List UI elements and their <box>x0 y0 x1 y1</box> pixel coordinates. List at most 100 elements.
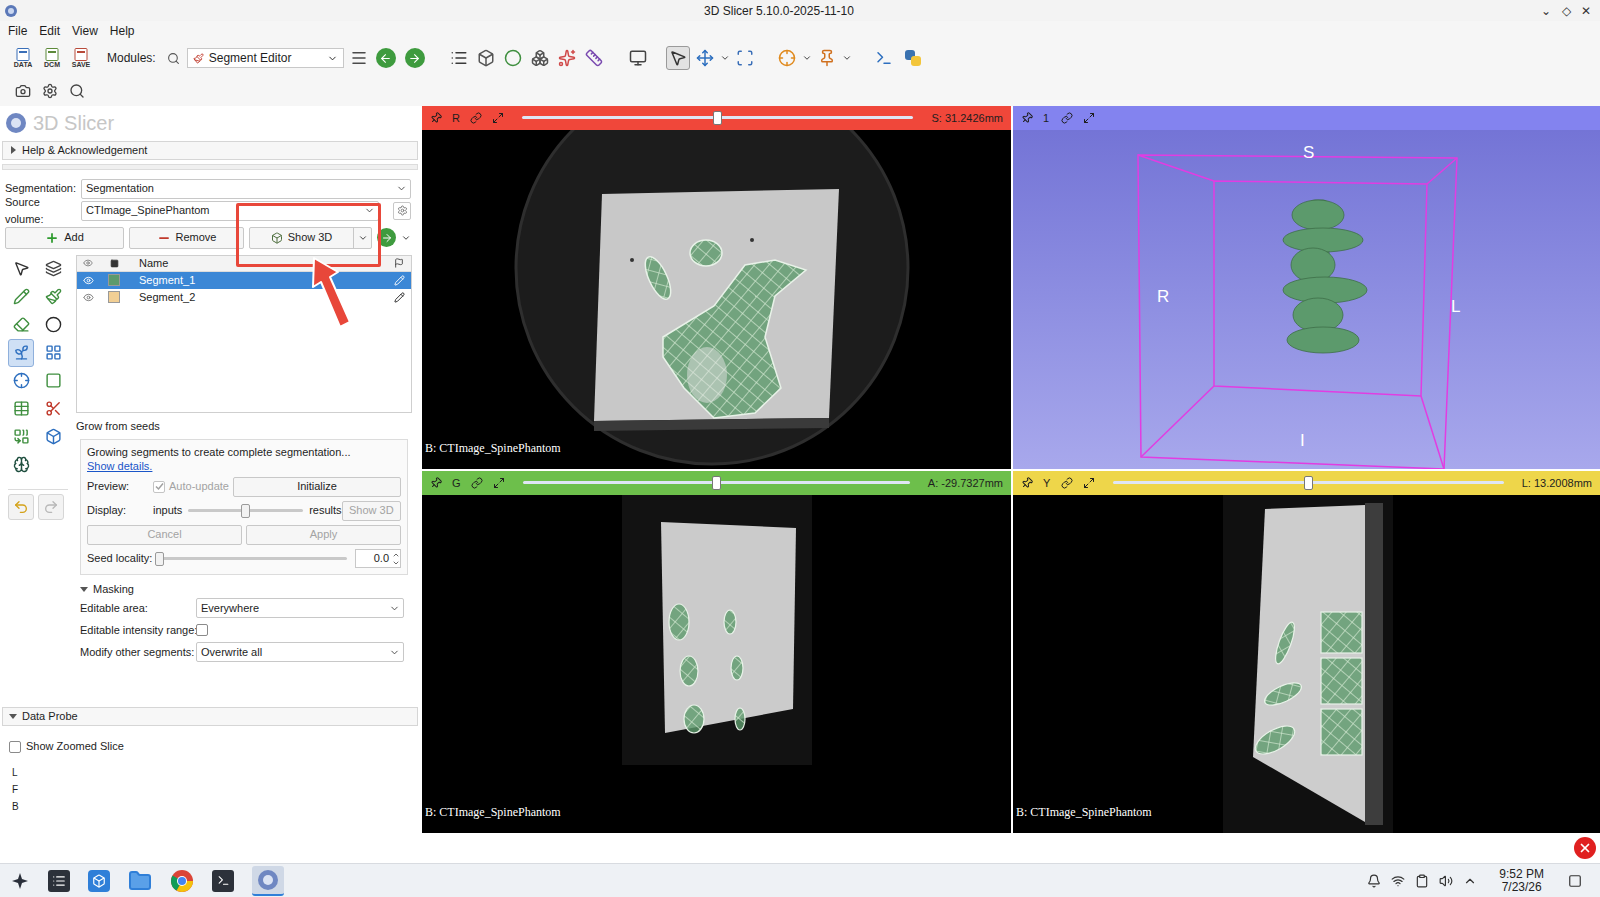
export-button[interactable] <box>377 228 396 247</box>
segment-color-swatch[interactable] <box>108 291 120 303</box>
sagittal-slice-image[interactable] <box>1013 495 1600 833</box>
terminal-button[interactable] <box>212 870 234 892</box>
effect-button[interactable] <box>40 339 66 367</box>
initialize-button[interactable]: Initialize <box>233 477 401 497</box>
link-icon[interactable] <box>471 477 483 489</box>
slider-thumb[interactable] <box>241 504 250 518</box>
models-module[interactable] <box>501 46 525 70</box>
menu-item[interactable]: Edit <box>39 22 60 40</box>
show-desktop-icon[interactable] <box>1568 874 1582 888</box>
module-history[interactable] <box>347 46 371 70</box>
pin-icon[interactable] <box>1019 475 1036 492</box>
transforms-module[interactable] <box>528 46 552 70</box>
layout-button[interactable] <box>626 46 650 70</box>
chevron-down-icon[interactable] <box>802 53 812 63</box>
slider-thumb[interactable] <box>155 552 164 566</box>
menu-item[interactable]: File <box>8 22 27 40</box>
slider-thumb[interactable] <box>712 476 721 490</box>
launcher-icon[interactable] <box>10 871 30 891</box>
segment-row[interactable]: Segment_2 <box>77 289 411 306</box>
crosshair-button[interactable] <box>775 46 799 70</box>
menu-item[interactable]: Help <box>110 22 135 40</box>
effect-button[interactable] <box>8 339 34 367</box>
help-section-header[interactable]: Help & Acknowledgement <box>2 141 418 160</box>
show-details-link[interactable]: Show details. <box>87 460 152 472</box>
redo-button[interactable] <box>38 494 64 520</box>
segment-name[interactable]: Segment_1 <box>129 272 387 289</box>
volume-options-button[interactable] <box>393 202 411 220</box>
pin-icon[interactable] <box>428 110 445 127</box>
measure-module[interactable] <box>582 46 606 70</box>
slice-offset-slider[interactable] <box>1113 476 1504 490</box>
network-icon[interactable] <box>1391 874 1405 888</box>
place-mode[interactable] <box>693 46 717 70</box>
intensity-range-checkbox[interactable] <box>196 624 208 636</box>
expand-arrow-icon[interactable] <box>9 712 17 720</box>
find-button[interactable] <box>65 79 89 103</box>
menu-item[interactable]: View <box>72 22 98 40</box>
editable-area-selector[interactable]: Everywhere <box>196 598 404 618</box>
window-control[interactable]: ⌄ <box>1540 2 1552 20</box>
effect-button[interactable] <box>8 283 34 311</box>
visibility-icon[interactable] <box>83 292 94 303</box>
effect-button[interactable] <box>8 311 34 339</box>
module-selector[interactable]: Segment Editor <box>187 48 344 68</box>
link-icon[interactable] <box>470 112 482 124</box>
modify-other-selector[interactable]: Overwrite all <box>196 642 404 662</box>
coronal-slice-image[interactable] <box>422 495 1011 833</box>
effect-action-button[interactable]: Apply <box>246 525 401 545</box>
maximize-icon[interactable] <box>493 477 505 489</box>
browser-icon[interactable] <box>170 869 194 893</box>
data-module[interactable] <box>447 46 471 70</box>
task-manager-button[interactable] <box>48 870 70 892</box>
segment-color-swatch[interactable] <box>108 274 120 286</box>
3d-canvas[interactable]: SRLI <box>1013 130 1600 469</box>
python-console-button[interactable] <box>903 48 923 68</box>
folder-icon[interactable] <box>128 869 152 893</box>
show-3d-preview-button[interactable]: Show 3D <box>342 501 401 521</box>
effect-action-button[interactable]: Cancel <box>87 525 242 545</box>
markups-module[interactable] <box>555 46 579 70</box>
segment-name[interactable]: Segment_2 <box>129 289 387 306</box>
display-slider[interactable] <box>188 504 303 518</box>
error-log-button[interactable] <box>1574 837 1596 859</box>
effect-button[interactable] <box>40 311 66 339</box>
axial-slice-image[interactable] <box>422 130 1011 469</box>
masking-header[interactable]: Masking <box>76 581 412 598</box>
pin-icon[interactable] <box>1019 110 1036 127</box>
segment-row[interactable]: Segment_1 <box>77 272 411 289</box>
effect-button[interactable] <box>40 283 66 311</box>
effect-button[interactable] <box>8 255 34 283</box>
expand-arrow-icon[interactable] <box>80 585 88 593</box>
chevron-down-icon[interactable] <box>392 559 400 567</box>
file-button[interactable]: DATA <box>10 48 36 69</box>
effect-button[interactable] <box>40 395 66 423</box>
clock[interactable]: 9:52 PM7/23/26 <box>1499 868 1544 894</box>
visibility-icon[interactable] <box>83 275 94 286</box>
expand-arrow-icon[interactable] <box>9 146 17 154</box>
show-3d-button[interactable]: Show 3D <box>249 227 372 249</box>
source-volume-selector[interactable]: CTImage_SpinePhantom <box>81 201 379 221</box>
clipboard-icon[interactable] <box>1415 874 1429 888</box>
view-transform-mode[interactable] <box>666 46 690 70</box>
effect-button[interactable] <box>8 395 34 423</box>
chevron-down-icon[interactable] <box>720 53 730 63</box>
slice-canvas[interactable]: B: CTImage_SpinePhantom <box>422 495 1011 833</box>
effect-button[interactable] <box>8 423 34 451</box>
effect-button[interactable] <box>8 367 34 395</box>
file-button[interactable]: DCM <box>39 48 65 69</box>
link-icon[interactable] <box>1061 112 1073 124</box>
extensions-button[interactable] <box>872 46 896 70</box>
effect-button[interactable] <box>40 255 66 283</box>
forward-button[interactable] <box>405 48 425 68</box>
chevron-down-icon[interactable] <box>401 233 411 243</box>
markup-place-button[interactable] <box>815 46 839 70</box>
maximize-icon[interactable] <box>1083 112 1095 124</box>
edit-icon[interactable] <box>394 292 405 303</box>
capture-button[interactable] <box>733 46 757 70</box>
edit-icon[interactable] <box>394 275 405 286</box>
data-probe-header[interactable]: Data Probe <box>2 707 418 726</box>
slice-canvas[interactable]: B: CTImage_SpinePhantom <box>1013 495 1600 833</box>
zoomed-slice-checkbox[interactable] <box>9 741 21 753</box>
maximize-icon[interactable] <box>1083 477 1095 489</box>
